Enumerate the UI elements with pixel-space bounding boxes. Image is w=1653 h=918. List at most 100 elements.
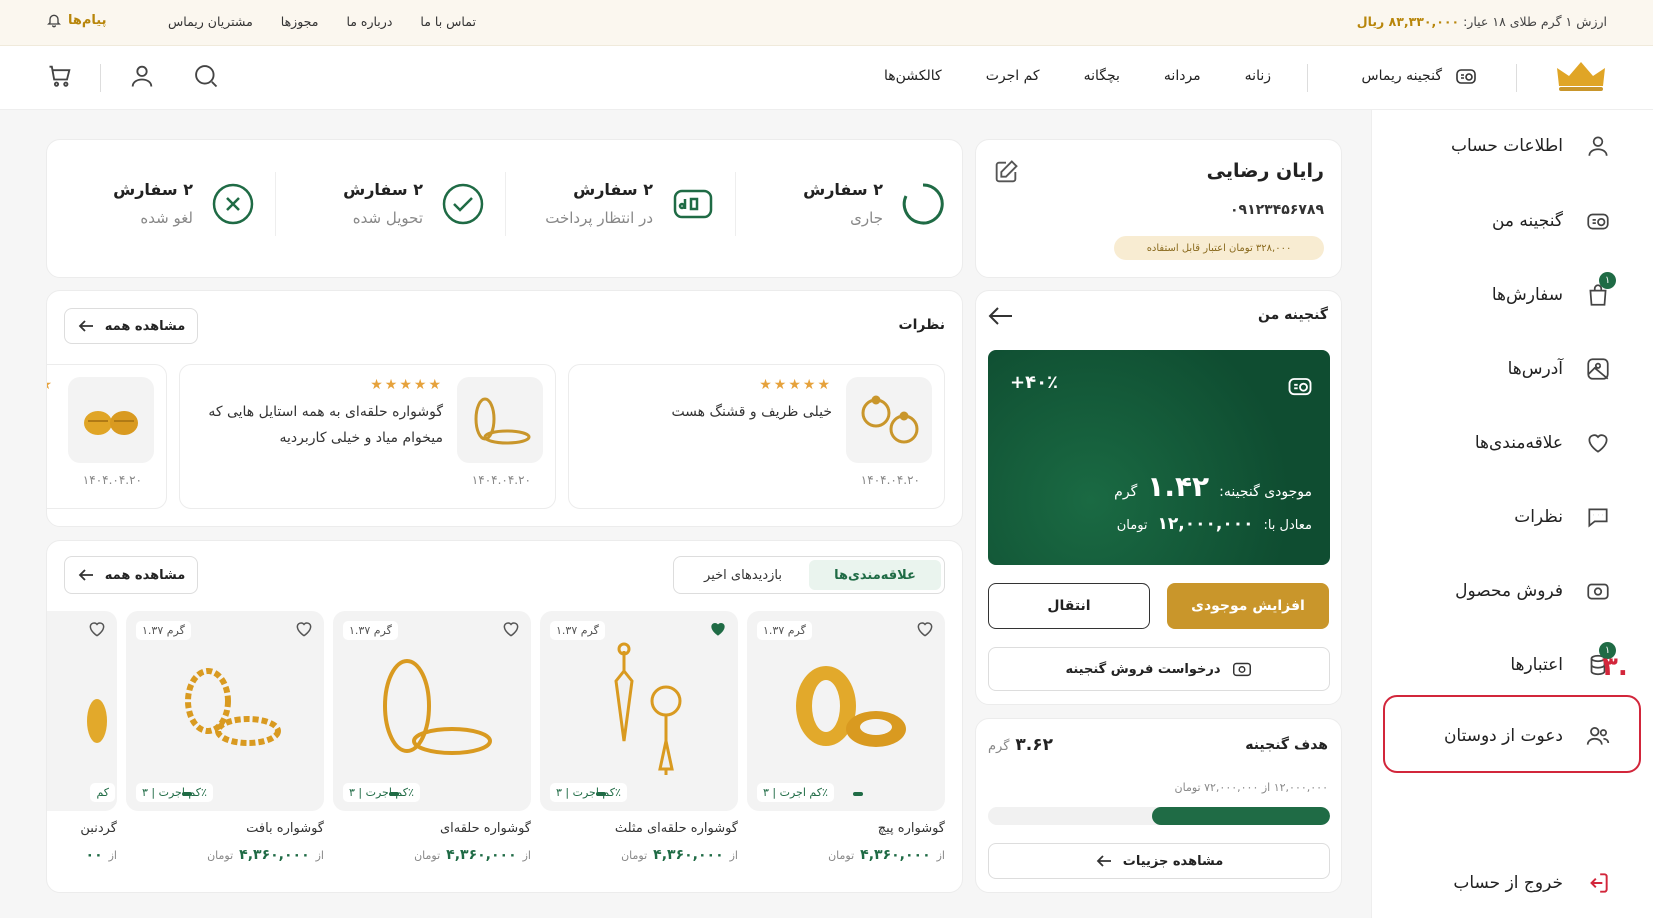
stat-pending-payment[interactable]: ۲ سفارش در انتظار پرداخت	[545, 180, 715, 227]
rating-stars: ★	[47, 377, 54, 393]
link-contact[interactable]: تماس با ما	[420, 14, 476, 29]
comments-view-all-button[interactable]: مشاهده همه	[64, 308, 198, 344]
product-price-row: از ۴,۳۶۰,۰۰۰ تومان	[414, 847, 531, 863]
product-price: ۴,۳۶۰,۰۰۰	[860, 847, 931, 863]
map-icon	[1583, 354, 1613, 384]
annotation-number: ۳.	[1602, 652, 1628, 682]
comment-date: ۱۴۰۴.۰۴.۲۰	[860, 473, 920, 487]
divider	[1307, 64, 1308, 92]
user-icon	[1583, 131, 1613, 161]
crown-logo-icon[interactable]	[1555, 60, 1607, 92]
sidebar-item-logout[interactable]: خروج از حساب	[1453, 868, 1613, 898]
comment-date: ۱۴۰۴.۰۴.۲۰	[82, 473, 142, 487]
products-view-all-button[interactable]: مشاهده همه	[64, 556, 198, 594]
comment-item[interactable]: ★ ۱۴۰۴.۰۴.۲۰	[47, 364, 167, 509]
product-price: ۴,۳۶۰,۰۰۰	[446, 847, 517, 863]
details-label: مشاهده جزییات	[1122, 853, 1224, 869]
equivalent-unit: تومان	[1116, 518, 1148, 533]
treasure-card: گنجینه من +۴۰٪ موجودی گنجینه: ۱.۴۲ گرم م…	[975, 290, 1342, 705]
stat-delivered[interactable]: ۲ سفارش تحویل شده	[343, 180, 485, 227]
heart-filled-icon[interactable]	[708, 619, 728, 639]
nav-women[interactable]: زنانه	[1223, 68, 1293, 84]
top-bar: ارزش ۱ گرم طلای ۱۸ عیار: ۸۳,۳۳۰,۰۰۰ ریال…	[0, 0, 1653, 46]
heart-icon	[1583, 428, 1613, 458]
comment-item[interactable]: ★★★★★ خیلی ظریف و قشنگ هست ۱۴۰۴.۰۴.۲۰	[568, 364, 945, 509]
link-customers[interactable]: مشتریان ریماس	[168, 14, 253, 29]
sidebar-item-favorites[interactable]: علاقه‌مندی‌ها	[1475, 428, 1613, 458]
edit-icon[interactable]	[992, 158, 1020, 186]
sidebar-item-account-info[interactable]: اطلاعات حساب	[1451, 131, 1613, 161]
messages-button[interactable]: پیام‌ها	[46, 12, 107, 28]
heart-icon[interactable]	[501, 619, 521, 639]
sell-request-label: درخواست فروش گنجینه	[1065, 661, 1221, 677]
product-card[interactable]: کم گردنبن از ۰۰	[47, 611, 117, 876]
tab-recent-views[interactable]: بازدیدهای اخیر	[677, 560, 809, 590]
carousel-dot	[596, 792, 606, 796]
equivalent-value: ۱۲,۰۰۰,۰۰۰	[1157, 514, 1254, 534]
comment-date: ۱۴۰۴.۰۴.۲۰	[471, 473, 531, 487]
comments-title: نظرات	[898, 317, 945, 333]
comment-item[interactable]: ★★★★★ گوشواره حلقه‌ای به همه استایل هایی…	[179, 364, 556, 509]
sidebar-item-addresses[interactable]: آدرس‌ها	[1508, 354, 1613, 384]
sidebar-item-sell-product[interactable]: فروش محصول	[1455, 576, 1613, 606]
main-nav: زنانه مردانه بچگانه کم اجرت کالکشن‌ها	[862, 68, 1293, 84]
nav-kids[interactable]: بچگانه	[1062, 68, 1142, 84]
heart-icon[interactable]	[294, 619, 314, 639]
price-unit: تومان	[828, 849, 855, 862]
divider	[100, 64, 101, 92]
x-circle-icon	[211, 182, 255, 226]
profile-card: رایان رضایی ۰۹۱۲۳۴۵۶۷۸۹ ۳۲۸,۰۰۰ تومان اع…	[975, 139, 1342, 278]
arrow-left-icon[interactable]	[988, 305, 1014, 327]
product-card[interactable]: ۱.۳۷ گرم کم اجرت | ۳٪ گوشواره حلقه‌ای از…	[333, 611, 531, 876]
sidebar-item-orders[interactable]: ۱ سفارش‌ها	[1492, 272, 1616, 310]
user-icon[interactable]	[128, 62, 156, 90]
product-card[interactable]: ۱.۳۷ گرم کم اجرت | ۳٪ گوشواره بافت از ۴,…	[126, 611, 324, 876]
sidebar-item-my-treasure[interactable]: گنجینه من	[1492, 206, 1613, 236]
comment-icon	[1583, 502, 1613, 532]
growth-percent: +۴۰٪	[1010, 372, 1059, 393]
cart-icon[interactable]	[46, 62, 74, 90]
product-image	[47, 611, 117, 811]
logout-icon	[1583, 868, 1613, 898]
treasure-icon	[1583, 206, 1613, 236]
heart-icon[interactable]	[915, 619, 935, 639]
sidebar-item-comments[interactable]: نظرات	[1514, 502, 1613, 532]
comment-text: خیلی ظریف و قشنگ هست	[671, 404, 832, 420]
transfer-button[interactable]: انتقال	[988, 583, 1150, 629]
messages-label: پیام‌ها	[68, 12, 107, 28]
loading-ring-icon	[901, 182, 945, 226]
stat-cancelled[interactable]: ۲ سفارش لغو شده	[113, 180, 255, 227]
heart-icon[interactable]	[87, 619, 107, 639]
nav-collections[interactable]: کالکشن‌ها	[862, 68, 964, 84]
sidebar-item-label: فروش محصول	[1455, 581, 1563, 601]
sidebar-item-credits[interactable]: ۱ اعتبارها	[1510, 642, 1616, 680]
link-about[interactable]: درباره ما	[346, 14, 392, 29]
credit-badge: ۳۲۸,۰۰۰ تومان اعتبار قابل استفاده	[1114, 236, 1324, 260]
carousel-dot	[389, 792, 399, 796]
stat-current[interactable]: ۲ سفارش جاری	[803, 180, 945, 227]
goal-value: ۳.۶۲	[1015, 735, 1054, 755]
increase-balance-button[interactable]: افزایش موجودی	[1167, 583, 1329, 629]
stat-label: لغو شده	[140, 209, 193, 227]
product-price-row: از ۴,۳۶۰,۰۰۰ تومان	[828, 847, 945, 863]
goal-details-button[interactable]: مشاهده جزییات	[988, 843, 1330, 879]
stat-count: ۲ سفارش	[113, 180, 193, 199]
sidebar-item-invite-friends[interactable]: دعوت از دوستان	[1444, 721, 1613, 751]
link-licenses[interactable]: مجوزها	[281, 14, 319, 29]
nav-low-wage[interactable]: کم اجرت	[964, 68, 1062, 84]
treasure-link[interactable]: گنجینه ریماس	[1362, 64, 1478, 88]
product-card[interactable]: ۱.۳۷ گرم کم اجرت | ۳٪ گوشواره حلقه‌ای مث…	[540, 611, 738, 876]
sidebar-item-label: خروج از حساب	[1453, 873, 1563, 893]
nav-men[interactable]: مردانه	[1142, 68, 1223, 84]
product-weight: ۱.۳۷ گرم	[136, 621, 191, 640]
product-price-row: از ۰۰	[86, 847, 117, 863]
rating-stars: ★★★★★	[370, 377, 443, 393]
divider	[275, 172, 276, 236]
sell-treasure-request-button[interactable]: درخواست فروش گنجینه	[988, 647, 1330, 691]
gold-price-value: ۸۳,۳۳۰,۰۰۰ ریال	[1356, 14, 1460, 29]
search-icon[interactable]	[192, 62, 220, 90]
tab-favorites[interactable]: علاقه‌مندی‌ها	[809, 560, 941, 590]
product-price-row: از ۴,۳۶۰,۰۰۰ تومان	[621, 847, 738, 863]
product-card[interactable]: ۱.۳۷ گرم کم اجرت | ۳٪ گوشواره پیچ از ۴,۳…	[747, 611, 945, 876]
arrow-left-icon	[77, 568, 95, 582]
